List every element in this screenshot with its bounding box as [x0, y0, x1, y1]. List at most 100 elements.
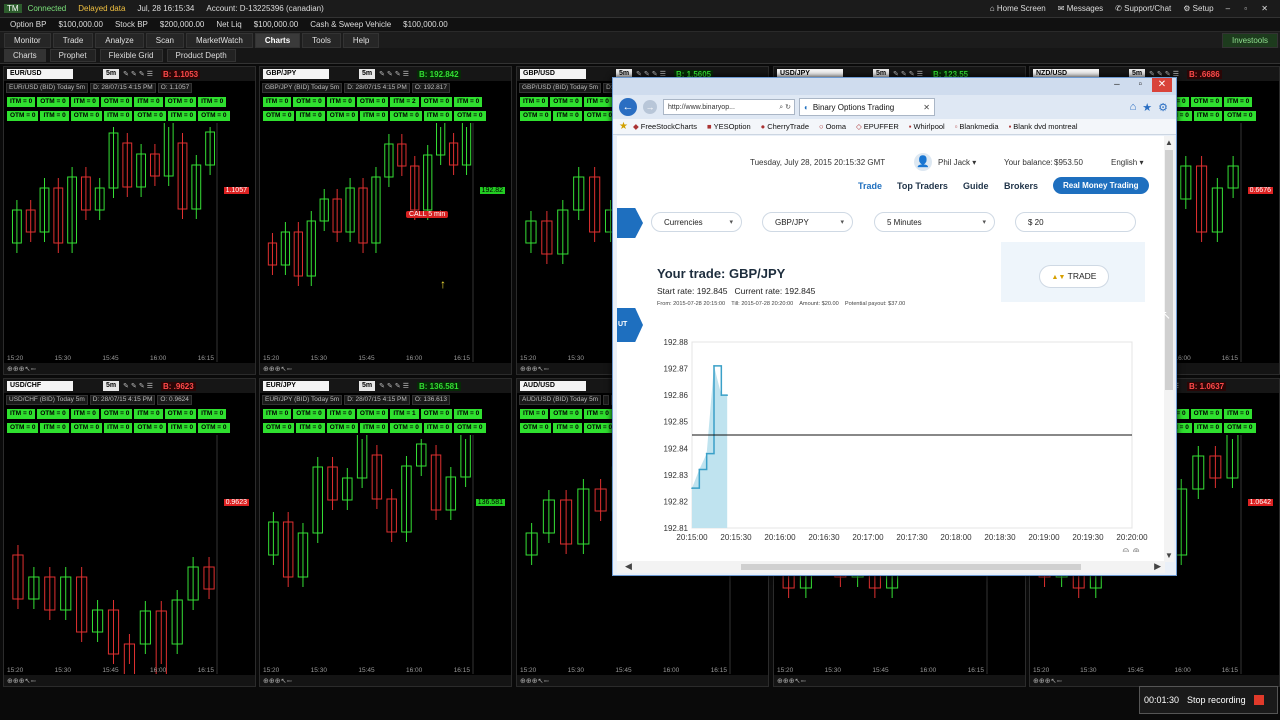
chart-toolbar[interactable]: ⊕⊕⊕↖▫▫ [260, 363, 511, 374]
browser-window-controls[interactable]: ‒ ▫ [1114, 79, 1150, 90]
expiry-dropdown[interactable]: 5 Minutes ▾ [874, 212, 995, 232]
browser-nav: ← → http://www.binaryop... ⌕ ↻ ◐ Binary … [613, 95, 1176, 119]
support-chat-button[interactable]: ✆ Support/Chat [1109, 4, 1177, 13]
chart-panel[interactable]: EUR/JPY 5m ✎✎✎☰ B: 136.581 EUR/JPY (BID)… [259, 378, 512, 687]
forward-button[interactable]: → [643, 100, 657, 114]
asset-dropdown[interactable]: GBP/JPY ▾ [762, 212, 853, 232]
scroll-left-icon[interactable]: ◀ [625, 561, 632, 572]
drawing-tools-icon[interactable]: ✎✎✎☰ [123, 382, 155, 390]
favorites-star-icon[interactable]: ★ [1142, 101, 1152, 114]
chart-toolbar[interactable]: ⊕⊕⊕↖▫▫ [4, 675, 255, 686]
setup-button[interactable]: ⚙ Setup [1177, 4, 1219, 13]
nav-brokers[interactable]: Brokers [1004, 181, 1038, 191]
home-screen-button[interactable]: ⌂ Home Screen [984, 4, 1052, 13]
chart-toolbar[interactable]: ⊕⊕⊕↖▫▫ [260, 675, 511, 686]
menu-tools[interactable]: Tools [302, 32, 341, 48]
language-select[interactable]: English ▾ [1111, 158, 1144, 167]
drawing-tools-icon[interactable]: ✎✎✎☰ [123, 70, 155, 78]
itm-otm-badge: ITM = 0 [263, 409, 292, 419]
timeframe-button[interactable]: 5m [359, 381, 376, 391]
menu-analyze[interactable]: Analyze [95, 32, 144, 48]
symbol-input[interactable]: GBP/JPY [263, 69, 329, 79]
chart-toolbar[interactable]: ⊕⊕⊕↖▫▫ [4, 363, 255, 374]
home-icon[interactable]: ⌂ [1130, 101, 1137, 113]
fav-blank-dvd-montreal[interactable]: ▪ Blank dvd montreal [1004, 122, 1083, 131]
browser-close-button[interactable]: ✕ [1152, 78, 1172, 92]
timeframe-button[interactable]: 5m [103, 69, 120, 79]
favorites-add-icon[interactable]: ★ [619, 121, 628, 132]
subtab-product-depth[interactable]: Product Depth [166, 49, 236, 62]
fav-yesoption[interactable]: ■ YESOption [702, 122, 756, 131]
y-tick-label: 192.84 [664, 444, 689, 453]
chart-toolbar[interactable]: ⊕⊕⊕↖▫▫ [774, 675, 1025, 686]
back-button[interactable]: ← [619, 98, 637, 116]
menu-marketwatch[interactable]: MarketWatch [186, 32, 253, 48]
menu-charts[interactable]: Charts [254, 32, 301, 48]
chart-panel[interactable]: EUR/USD 5m ✎✎✎☰ B: 1.1053 EUR/USD (BID) … [3, 66, 256, 375]
scroll-up-icon[interactable]: ▲ [1165, 138, 1173, 147]
candlestick-plot[interactable] [260, 123, 512, 362]
chart-tools-icon[interactable]: ⊕⊕⊕↖▫▫ [263, 366, 291, 373]
tab-close-icon[interactable]: ✕ [923, 103, 930, 112]
candlestick-plot[interactable] [4, 123, 256, 362]
timeframe-button[interactable]: 5m [359, 69, 376, 79]
chart-tools-icon[interactable]: ⊕⊕⊕↖▫▫ [520, 366, 548, 373]
symbol-input[interactable]: GBP/USD [520, 69, 586, 79]
messages-button[interactable]: ✉ Messages [1052, 4, 1109, 13]
fav-freestockcharts[interactable]: ◆ FreeStockCharts [628, 122, 702, 131]
browser-tab[interactable]: ◐ Binary Options Trading ✕ [799, 98, 935, 116]
chart-tools-icon[interactable]: ⊕⊕⊕↖▫▫ [520, 678, 548, 685]
symbol-input[interactable]: USD/CHF [7, 381, 73, 391]
fav-blankmedia[interactable]: ▫ Blankmedia [950, 122, 1004, 131]
subtab-flexible-grid[interactable]: Flexible Grid [99, 49, 163, 62]
fav-ooma[interactable]: ○ Ooma [814, 122, 851, 131]
chart-panel[interactable]: GBP/JPY 5m ✎✎✎☰ B: 192.842 GBP/JPY (BID)… [259, 66, 512, 375]
hscroll-thumb[interactable] [741, 564, 1081, 570]
menu-scan[interactable]: Scan [145, 32, 184, 48]
nav-trade[interactable]: Trade [858, 181, 882, 191]
chart-toolbar[interactable]: ⊕⊕⊕↖▫▫ [1030, 675, 1279, 686]
nav-top-traders[interactable]: Top Traders [897, 181, 948, 191]
address-bar[interactable]: http://www.binaryop... ⌕ ↻ [663, 99, 795, 115]
window-controls[interactable]: ‒ ▫ ✕ [1220, 4, 1280, 13]
nav-guide[interactable]: Guide [963, 181, 989, 191]
chart-tools-icon[interactable]: ⊕⊕⊕↖▫▫ [1033, 678, 1061, 685]
scroll-thumb[interactable] [1165, 150, 1173, 390]
scroll-down-icon[interactable]: ▼ [1165, 551, 1173, 560]
chart-tools-icon[interactable]: ⊕⊕⊕↖▫▫ [777, 678, 805, 685]
scroll-right-icon[interactable]: ▶ [1154, 561, 1161, 572]
timeframe-button[interactable]: 5m [103, 381, 120, 391]
itm-otm-badge: ITM = 0 [70, 97, 99, 107]
menu-trade[interactable]: Trade [52, 32, 94, 48]
fav-epuffer[interactable]: ◇ EPUFFER [851, 122, 904, 131]
horizontal-scrollbar[interactable]: ◀ ▶ [617, 561, 1165, 573]
menu-help[interactable]: Help [342, 32, 380, 48]
stop-recording-button[interactable]: Stop recording [1187, 695, 1264, 705]
menu-monitor[interactable]: Monitor [4, 32, 51, 48]
vertical-scrollbar[interactable]: ▲ ▼ [1164, 136, 1174, 562]
candlestick-plot[interactable] [260, 435, 512, 674]
amount-input[interactable]: $ 20 [1015, 212, 1136, 232]
chart-tools-icon[interactable]: ⊕⊕⊕↖▫▫ [263, 678, 291, 685]
fav-cherrytrade[interactable]: ● CherryTrade [756, 122, 814, 131]
subtab-prophet[interactable]: Prophet [49, 49, 96, 62]
candlestick-plot[interactable] [4, 435, 256, 674]
chart-tools-icon[interactable]: ⊕⊕⊕↖▫▫ [7, 366, 35, 373]
settings-gear-icon[interactable]: ⚙ [1158, 101, 1168, 114]
category-dropdown[interactable]: Currencies ▾ [651, 212, 742, 232]
symbol-input[interactable]: AUD/USD [520, 381, 586, 391]
subtab-charts[interactable]: Charts [4, 49, 46, 62]
investools-button[interactable]: Investools [1221, 32, 1278, 48]
user-menu[interactable]: Phil Jack ▾ [938, 158, 976, 167]
chart-tools-icon[interactable]: ⊕⊕⊕↖▫▫ [7, 678, 35, 685]
real-money-trading-button[interactable]: Real Money Trading [1053, 177, 1149, 194]
drawing-tools-icon[interactable]: ✎✎✎☰ [379, 70, 411, 78]
symbol-input[interactable]: EUR/JPY [263, 381, 329, 391]
fav-whirlpool[interactable]: ▪ Whirlpool [904, 122, 950, 131]
itm-otm-badge: ITM = 0 [134, 97, 163, 107]
chart-toolbar[interactable]: ⊕⊕⊕↖▫▫ [517, 675, 768, 686]
drawing-tools-icon[interactable]: ✎✎✎☰ [379, 382, 411, 390]
symbol-input[interactable]: EUR/USD [7, 69, 73, 79]
trade-button[interactable]: ▲▼ TRADE [1039, 265, 1109, 288]
chart-panel[interactable]: USD/CHF 5m ✎✎✎☰ B: .9623 USD/CHF (BID) T… [3, 378, 256, 687]
